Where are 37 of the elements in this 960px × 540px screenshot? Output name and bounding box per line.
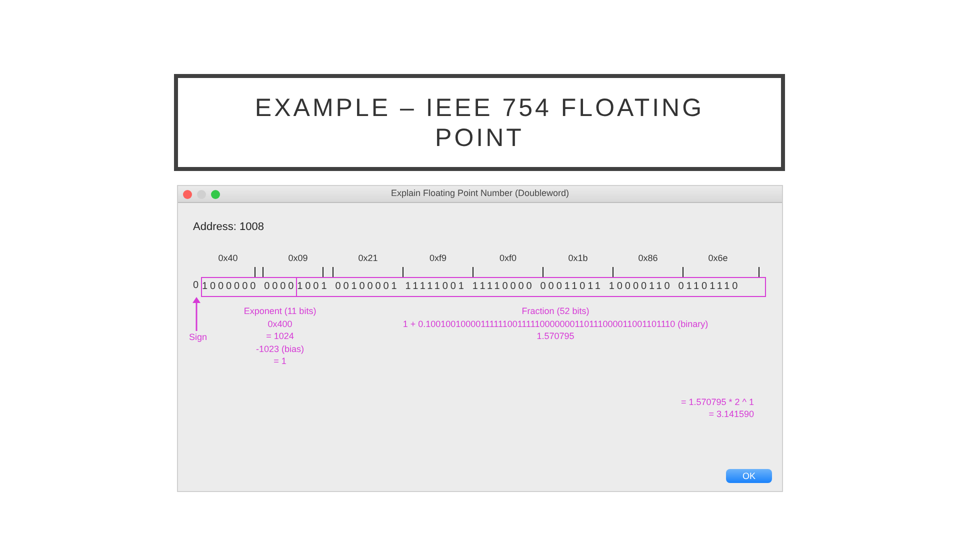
hex-label: 0x09	[287, 252, 309, 264]
hex-label: 0x6e	[707, 252, 729, 264]
address-label: Address: 1008	[193, 220, 265, 235]
exponent-note: Exponent (11 bits)	[244, 305, 316, 318]
sign-bit: 0	[193, 279, 202, 293]
exponent-note: = 1024	[266, 330, 294, 342]
hex-label: 0x40	[217, 252, 239, 264]
exponent-bits: 0000	[264, 280, 296, 294]
exponent-note: -1023 (bias)	[256, 342, 304, 355]
fraction-bits: 00011011	[540, 280, 603, 294]
result-note: = 3.141590	[708, 408, 754, 420]
exponent-bits: 1000000	[202, 280, 258, 294]
window-title: Explain Floating Point Number (Doubleword)	[390, 187, 570, 200]
minimize-button[interactable]	[197, 190, 206, 198]
fraction-bits: 11110000	[472, 280, 534, 294]
exponent-note: = 1	[274, 355, 286, 368]
close-button[interactable]	[183, 190, 192, 198]
fraction-note: 1.570795	[536, 330, 574, 342]
fraction-bits: 1001	[297, 280, 330, 294]
hex-label: 0xf9	[428, 252, 448, 264]
fraction-bits: 11111001	[405, 280, 466, 294]
zoom-button[interactable]	[211, 190, 220, 198]
slide-title: EXAMPLE – IEEE 754 FLOATING POINT	[254, 92, 706, 152]
hex-label: 0x86	[637, 252, 659, 264]
fraction-note: Fraction (52 bits)	[522, 305, 590, 318]
fraction-bits: 00100001	[335, 280, 400, 294]
hex-label: 0x1b	[567, 252, 589, 264]
exponent-note: 0x400	[268, 318, 292, 330]
fraction-bits: 01101110	[678, 280, 740, 294]
ok-button[interactable]: OK	[726, 469, 772, 483]
fraction-bits: 10000110	[608, 280, 672, 294]
hex-label: 0xf0	[498, 252, 518, 264]
arrow-icon	[192, 297, 201, 331]
fraction-note: 1 + 0.1001001000011111100111110000000110111000011001101110 (binary)	[402, 318, 708, 330]
sign-label: Sign	[189, 331, 208, 344]
result-note: = 1.570795 * 2 ^ 1	[680, 396, 754, 408]
hex-label: 0x21	[357, 252, 379, 264]
